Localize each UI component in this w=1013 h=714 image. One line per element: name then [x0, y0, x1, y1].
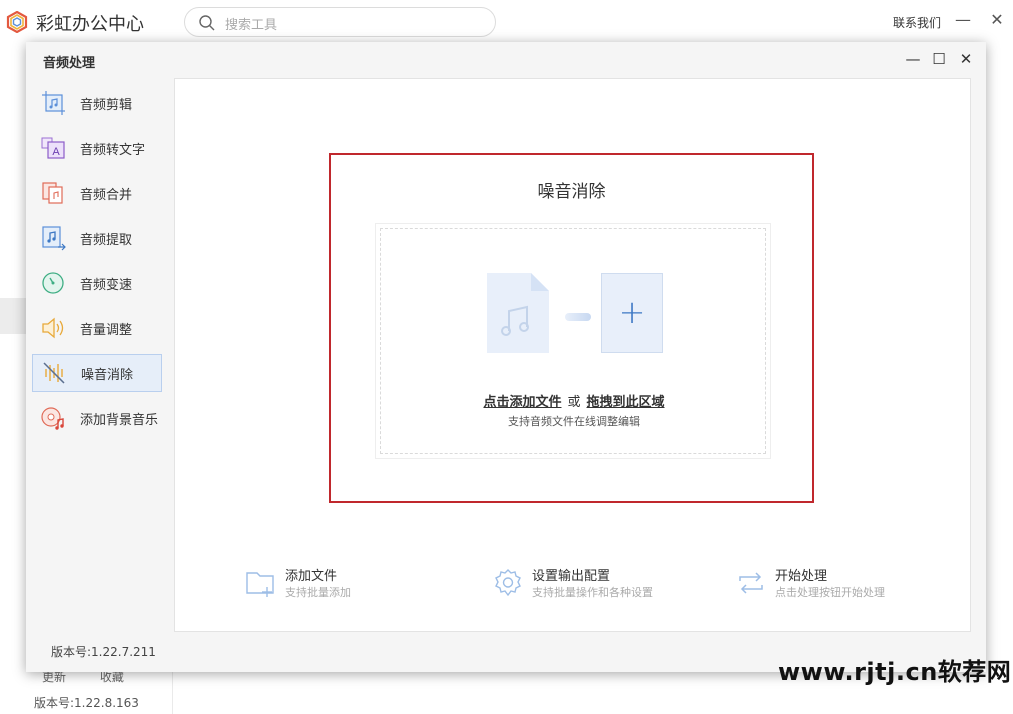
- sidebar-item-label: 添加背景音乐: [80, 412, 159, 428]
- sidebar-item-audio-extract[interactable]: 音频提取: [32, 219, 162, 257]
- file-drop-zone[interactable]: + 点击添加文件或拖拽到此区域 支持音频文件在线调整编辑: [375, 223, 771, 459]
- background-music-icon: [41, 407, 64, 430]
- audio-to-text-icon: A: [41, 137, 65, 159]
- sidebar-item-audio-speed[interactable]: 音频变速: [32, 264, 162, 302]
- background-divider: [172, 672, 173, 714]
- site-watermark: www.rjtj.cn软荐网: [778, 658, 1012, 686]
- sidebar-item-audio-cut[interactable]: 音频剪辑: [32, 84, 162, 122]
- search-input[interactable]: 搜索工具: [225, 14, 277, 33]
- volume-icon: [42, 317, 64, 339]
- plus-icon: +: [618, 293, 646, 331]
- step-title: 添加文件: [285, 569, 338, 584]
- add-file-button[interactable]: +: [601, 273, 663, 353]
- audio-extract-icon: [42, 226, 66, 251]
- step-subtitle: 支持批量操作和各种设置: [532, 586, 653, 599]
- step-title: 设置输出配置: [532, 569, 611, 584]
- drop-zone-inner[interactable]: + 点击添加文件或拖拽到此区域 支持音频文件在线调整编辑: [380, 228, 766, 454]
- sidebar-item-label: 音频合并: [80, 187, 133, 203]
- sidebar-item-noise-removal[interactable]: 噪音消除: [32, 354, 162, 392]
- sidebar-item-volume[interactable]: 音量调整: [32, 309, 162, 347]
- search-icon: [199, 15, 215, 31]
- add-folder-icon: [246, 572, 274, 597]
- drag-here-text: 拖拽到此区域: [586, 395, 665, 410]
- step-subtitle: 点击处理按钮开始处理: [775, 586, 885, 599]
- main-panel: 噪音消除 + 点击添加文件或拖拽到此区域 支持音频文件在线调整编辑 添加文件 支…: [174, 78, 971, 632]
- update-link[interactable]: 更新: [42, 670, 66, 684]
- sidebar-item-background-music[interactable]: 添加背景音乐: [32, 399, 162, 437]
- sidebar-item-audio-to-text[interactable]: A 音频转文字: [32, 129, 162, 167]
- audio-processing-dialog: 音频处理 — ☐ ✕ 音频剪辑 A 音频转文字 音频合并 音频提取 音频变速 音…: [26, 42, 986, 672]
- app-header: 彩虹办公中心 搜索工具 联系我们 — ✕: [0, 0, 1013, 46]
- audio-file-icon: [487, 273, 549, 353]
- svg-text:A: A: [52, 146, 60, 158]
- noise-removal-upload-area: 噪音消除 + 点击添加文件或拖拽到此区域 支持音频文件在线调整编辑: [329, 153, 814, 503]
- dialog-title: 音频处理: [43, 56, 96, 71]
- sidebar-item-label: 音频变速: [80, 277, 133, 293]
- app-close-button[interactable]: ✕: [987, 10, 1007, 30]
- dialog-version: 版本号:1.22.7.211: [51, 645, 156, 659]
- sidebar-item-label: 音频提取: [80, 232, 133, 248]
- favorite-link[interactable]: 收藏: [100, 670, 124, 684]
- or-text: 或: [567, 395, 581, 410]
- sidebar-item-label: 音量调整: [80, 322, 133, 338]
- drop-instruction: 点击添加文件或拖拽到此区域: [381, 391, 767, 410]
- dialog-close-button[interactable]: ✕: [957, 50, 975, 68]
- panel-title: 噪音消除: [537, 182, 606, 202]
- audio-cut-icon: [42, 91, 65, 115]
- noise-removal-icon: [43, 362, 65, 384]
- app-version: 版本号:1.22.8.163: [34, 696, 139, 710]
- step-subtitle: 支持批量添加: [285, 586, 351, 599]
- sidebar-item-label: 音频转文字: [80, 142, 146, 158]
- search-box[interactable]: 搜索工具: [184, 7, 496, 37]
- contact-us-link[interactable]: 联系我们: [893, 14, 941, 31]
- dialog-maximize-button[interactable]: ☐: [930, 50, 948, 68]
- connector-dash: [565, 313, 591, 321]
- sidebar-item-label: 音频剪辑: [80, 97, 133, 113]
- background-sidebar-highlight: [0, 298, 26, 334]
- drop-hint: 支持音频文件在线调整编辑: [508, 415, 640, 428]
- rainbow-logo-icon: [6, 11, 28, 33]
- audio-merge-icon: [42, 182, 63, 204]
- dialog-minimize-button[interactable]: —: [904, 50, 922, 68]
- refresh-icon: [739, 572, 763, 594]
- step-title: 开始处理: [775, 569, 828, 584]
- sidebar-item-audio-merge[interactable]: 音频合并: [32, 174, 162, 212]
- sidebar-item-label: 噪音消除: [81, 367, 134, 383]
- gear-icon: [495, 569, 521, 597]
- audio-speed-icon: [42, 272, 64, 294]
- app-title: 彩虹办公中心: [36, 14, 144, 35]
- app-minimize-button[interactable]: —: [953, 10, 973, 30]
- click-add-file-link[interactable]: 点击添加文件: [483, 395, 561, 410]
